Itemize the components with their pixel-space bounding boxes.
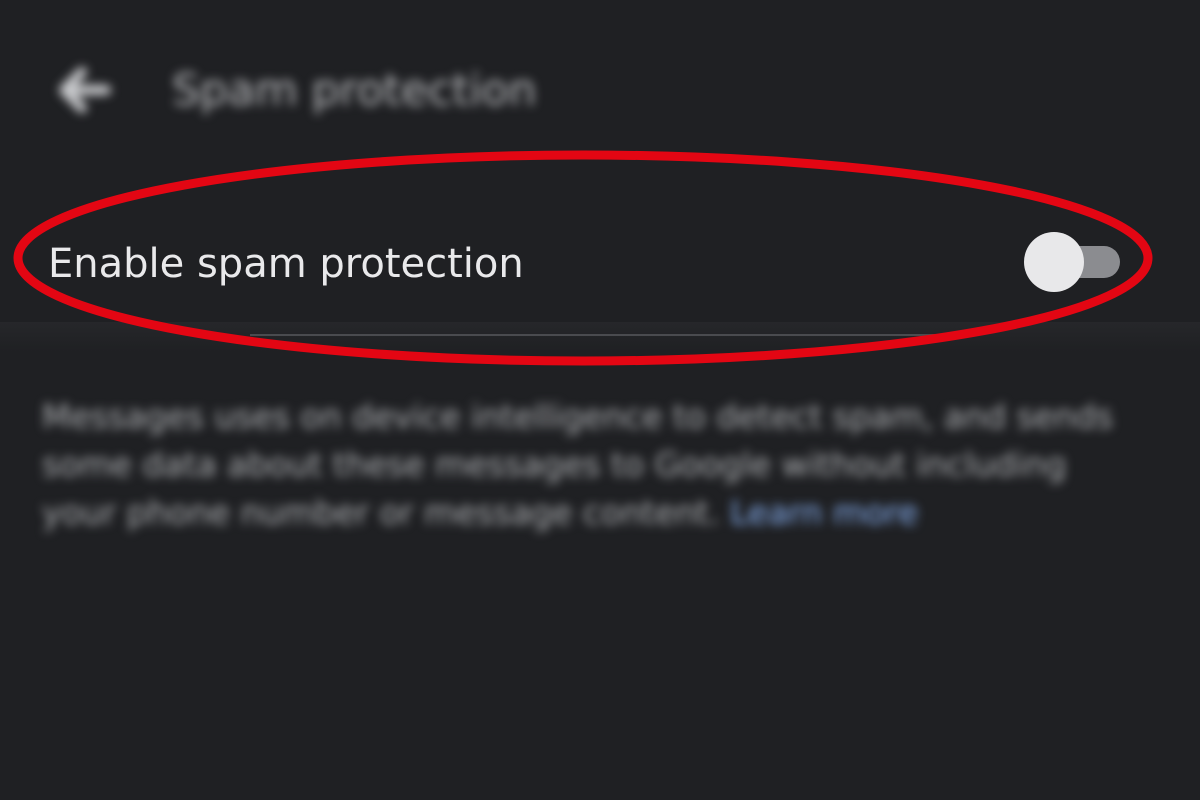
setting-label: Enable spam protection (48, 241, 524, 287)
divider (250, 334, 940, 336)
spam-protection-description: Messages uses on device intelligence to … (42, 393, 1132, 537)
spam-protection-toggle[interactable] (1024, 232, 1122, 292)
enable-spam-protection-row[interactable]: Enable spam protection (0, 200, 1200, 330)
toggle-thumb (1024, 232, 1084, 292)
app-bar: Spam protection (0, 40, 1200, 140)
section-shade (0, 322, 1200, 352)
description-text: Messages uses on device intelligence to … (42, 397, 1114, 532)
page-title: Spam protection (172, 65, 537, 116)
arrow-back-icon[interactable] (50, 64, 114, 116)
learn-more-link[interactable]: Learn more (730, 493, 918, 532)
